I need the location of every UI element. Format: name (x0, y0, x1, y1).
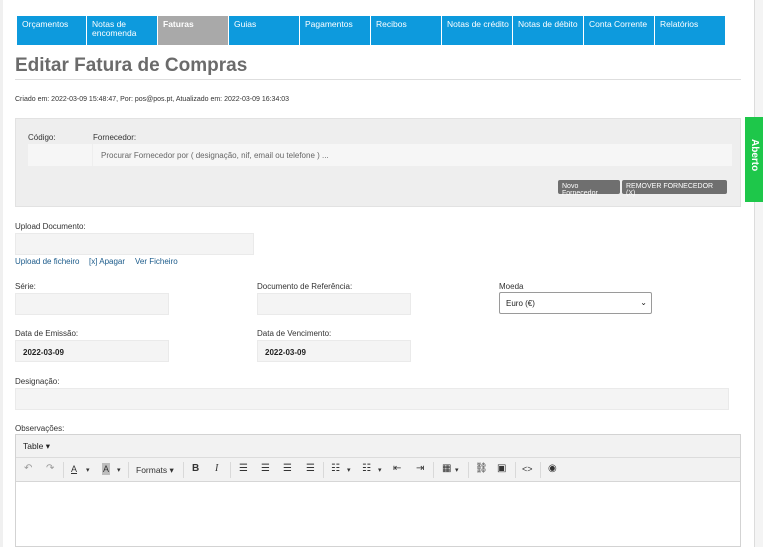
emission-date-value: 2022-03-09 (23, 348, 64, 357)
toolbar-separator (433, 462, 434, 478)
align-center-icon[interactable]: ☰ (261, 463, 270, 475)
toolbar-separator (515, 462, 516, 478)
source-code-icon[interactable]: <> (522, 463, 533, 475)
delete-file-link[interactable]: [x] Apagar (89, 257, 125, 266)
page-title: Editar Fatura de Compras (15, 55, 248, 76)
numbered-list-icon[interactable]: ☷ (362, 463, 371, 475)
redo-icon[interactable]: ↷ (46, 463, 54, 475)
currency-value: Euro (€) (506, 299, 535, 308)
image-icon[interactable]: ▣ (497, 463, 506, 475)
due-date-label: Data de Vencimento: (257, 329, 332, 338)
upload-document-field[interactable] (15, 233, 254, 255)
chevron-down-icon[interactable]: ▾ (117, 465, 121, 477)
text-color-icon[interactable]: A (71, 463, 77, 475)
chevron-down-icon: ⌄ (640, 298, 647, 307)
tab-notas-de-encomenda[interactable]: Notas de encomenda (87, 16, 157, 45)
table-menu[interactable]: Table ▾ (23, 441, 50, 451)
editor-toolbar: ↶ ↷ A ▾ A ▾ Formats ▾ B I ☰ ☰ ☰ ☰ ☷ ▾ ☷ … (16, 458, 740, 482)
designation-input[interactable] (15, 388, 729, 410)
tab-pagamentos[interactable]: Pagamentos (300, 16, 370, 45)
supplier-code-input[interactable] (28, 144, 92, 166)
bold-icon[interactable]: B (192, 463, 199, 475)
table-icon[interactable]: ▦ (442, 463, 451, 475)
status-badge[interactable]: Aberto (745, 117, 763, 202)
tab-guias[interactable]: Guias (229, 16, 299, 45)
outdent-icon[interactable]: ⇤ (393, 463, 401, 475)
tab-relatorios[interactable]: Relatórios (655, 16, 725, 45)
align-justify-icon[interactable]: ☰ (306, 463, 315, 475)
currency-select[interactable]: Euro (€) ⌄ (499, 292, 652, 314)
upload-file-link[interactable]: Upload de ficheiro (15, 257, 79, 266)
emission-date-input[interactable]: 2022-03-09 (15, 340, 169, 362)
tab-conta-corrente[interactable]: Conta Corrente (584, 16, 654, 45)
view-file-link[interactable]: Ver Ficheiro (135, 257, 178, 266)
notes-label: Observações: (15, 424, 65, 433)
toolbar-separator (63, 462, 64, 478)
chevron-down-icon[interactable]: ▾ (378, 465, 382, 477)
reference-document-input[interactable] (257, 293, 411, 315)
scrollbar-track[interactable] (754, 0, 763, 547)
supplier-panel: Código: Fornecedor: Procurar Fornecedor … (15, 118, 741, 207)
audit-info: Criado em: 2022-03-09 15:48:47, Por: pos… (15, 96, 290, 103)
toolbar-separator (323, 462, 324, 478)
designation-label: Designação: (15, 377, 60, 386)
chevron-down-icon[interactable]: ▾ (455, 465, 459, 477)
toolbar-separator (183, 462, 184, 478)
editor-menubar: Table ▾ (16, 435, 740, 458)
chevron-down-icon[interactable]: ▾ (347, 465, 351, 477)
indent-icon[interactable]: ⇥ (416, 463, 424, 475)
tab-recibos[interactable]: Recibos (371, 16, 441, 45)
title-divider (15, 79, 741, 80)
serie-label: Série: (15, 282, 36, 291)
upload-label: Upload Documento: (15, 222, 86, 231)
toolbar-separator (540, 462, 541, 478)
document-type-tabs: Orçamentos Notas de encomenda Faturas Gu… (17, 16, 726, 45)
toolbar-separator (468, 462, 469, 478)
serie-input[interactable] (15, 293, 169, 315)
bullet-list-icon[interactable]: ☷ (331, 463, 340, 475)
tab-notas-de-credito[interactable]: Notas de crédito (442, 16, 512, 45)
chevron-down-icon[interactable]: ▾ (86, 465, 90, 477)
link-icon[interactable]: ⛓ (475, 463, 488, 475)
preview-eye-icon[interactable]: ◉ (548, 463, 557, 475)
currency-label: Moeda (499, 282, 524, 291)
status-label: Aberto (749, 139, 760, 172)
supplier-search-input[interactable]: Procurar Fornecedor por ( designação, ni… (93, 144, 732, 166)
due-date-input[interactable]: 2022-03-09 (257, 340, 411, 362)
tab-orcamentos[interactable]: Orçamentos (17, 16, 86, 45)
italic-icon[interactable]: I (215, 463, 218, 475)
align-left-icon[interactable]: ☰ (239, 463, 248, 475)
formats-dropdown[interactable]: Formats ▾ (136, 464, 174, 476)
notes-editor-body[interactable] (16, 482, 740, 546)
reference-label: Documento de Referência: (257, 282, 353, 291)
background-color-icon[interactable]: A (102, 463, 111, 475)
toolbar-separator (230, 462, 231, 478)
tab-faturas[interactable]: Faturas (158, 16, 228, 45)
code-label: Código: (28, 133, 56, 142)
due-date-value: 2022-03-09 (265, 348, 306, 357)
emission-date-label: Data de Emissão: (15, 329, 79, 338)
supplier-label: Fornecedor: (93, 133, 137, 142)
notes-rich-text-editor: Table ▾ ↶ ↷ A ▾ A ▾ Formats ▾ B I ☰ ☰ ☰ … (15, 434, 741, 547)
align-right-icon[interactable]: ☰ (283, 463, 292, 475)
window-frame-left (0, 0, 3, 547)
toolbar-separator (128, 462, 129, 478)
new-supplier-button[interactable]: Novo Fornecedor (558, 180, 620, 197)
tab-notas-de-debito[interactable]: Notas de débito (513, 16, 583, 45)
remove-supplier-button[interactable]: REMOVER FORNECEDOR (X) (622, 180, 727, 197)
undo-icon[interactable]: ↶ (24, 463, 32, 475)
